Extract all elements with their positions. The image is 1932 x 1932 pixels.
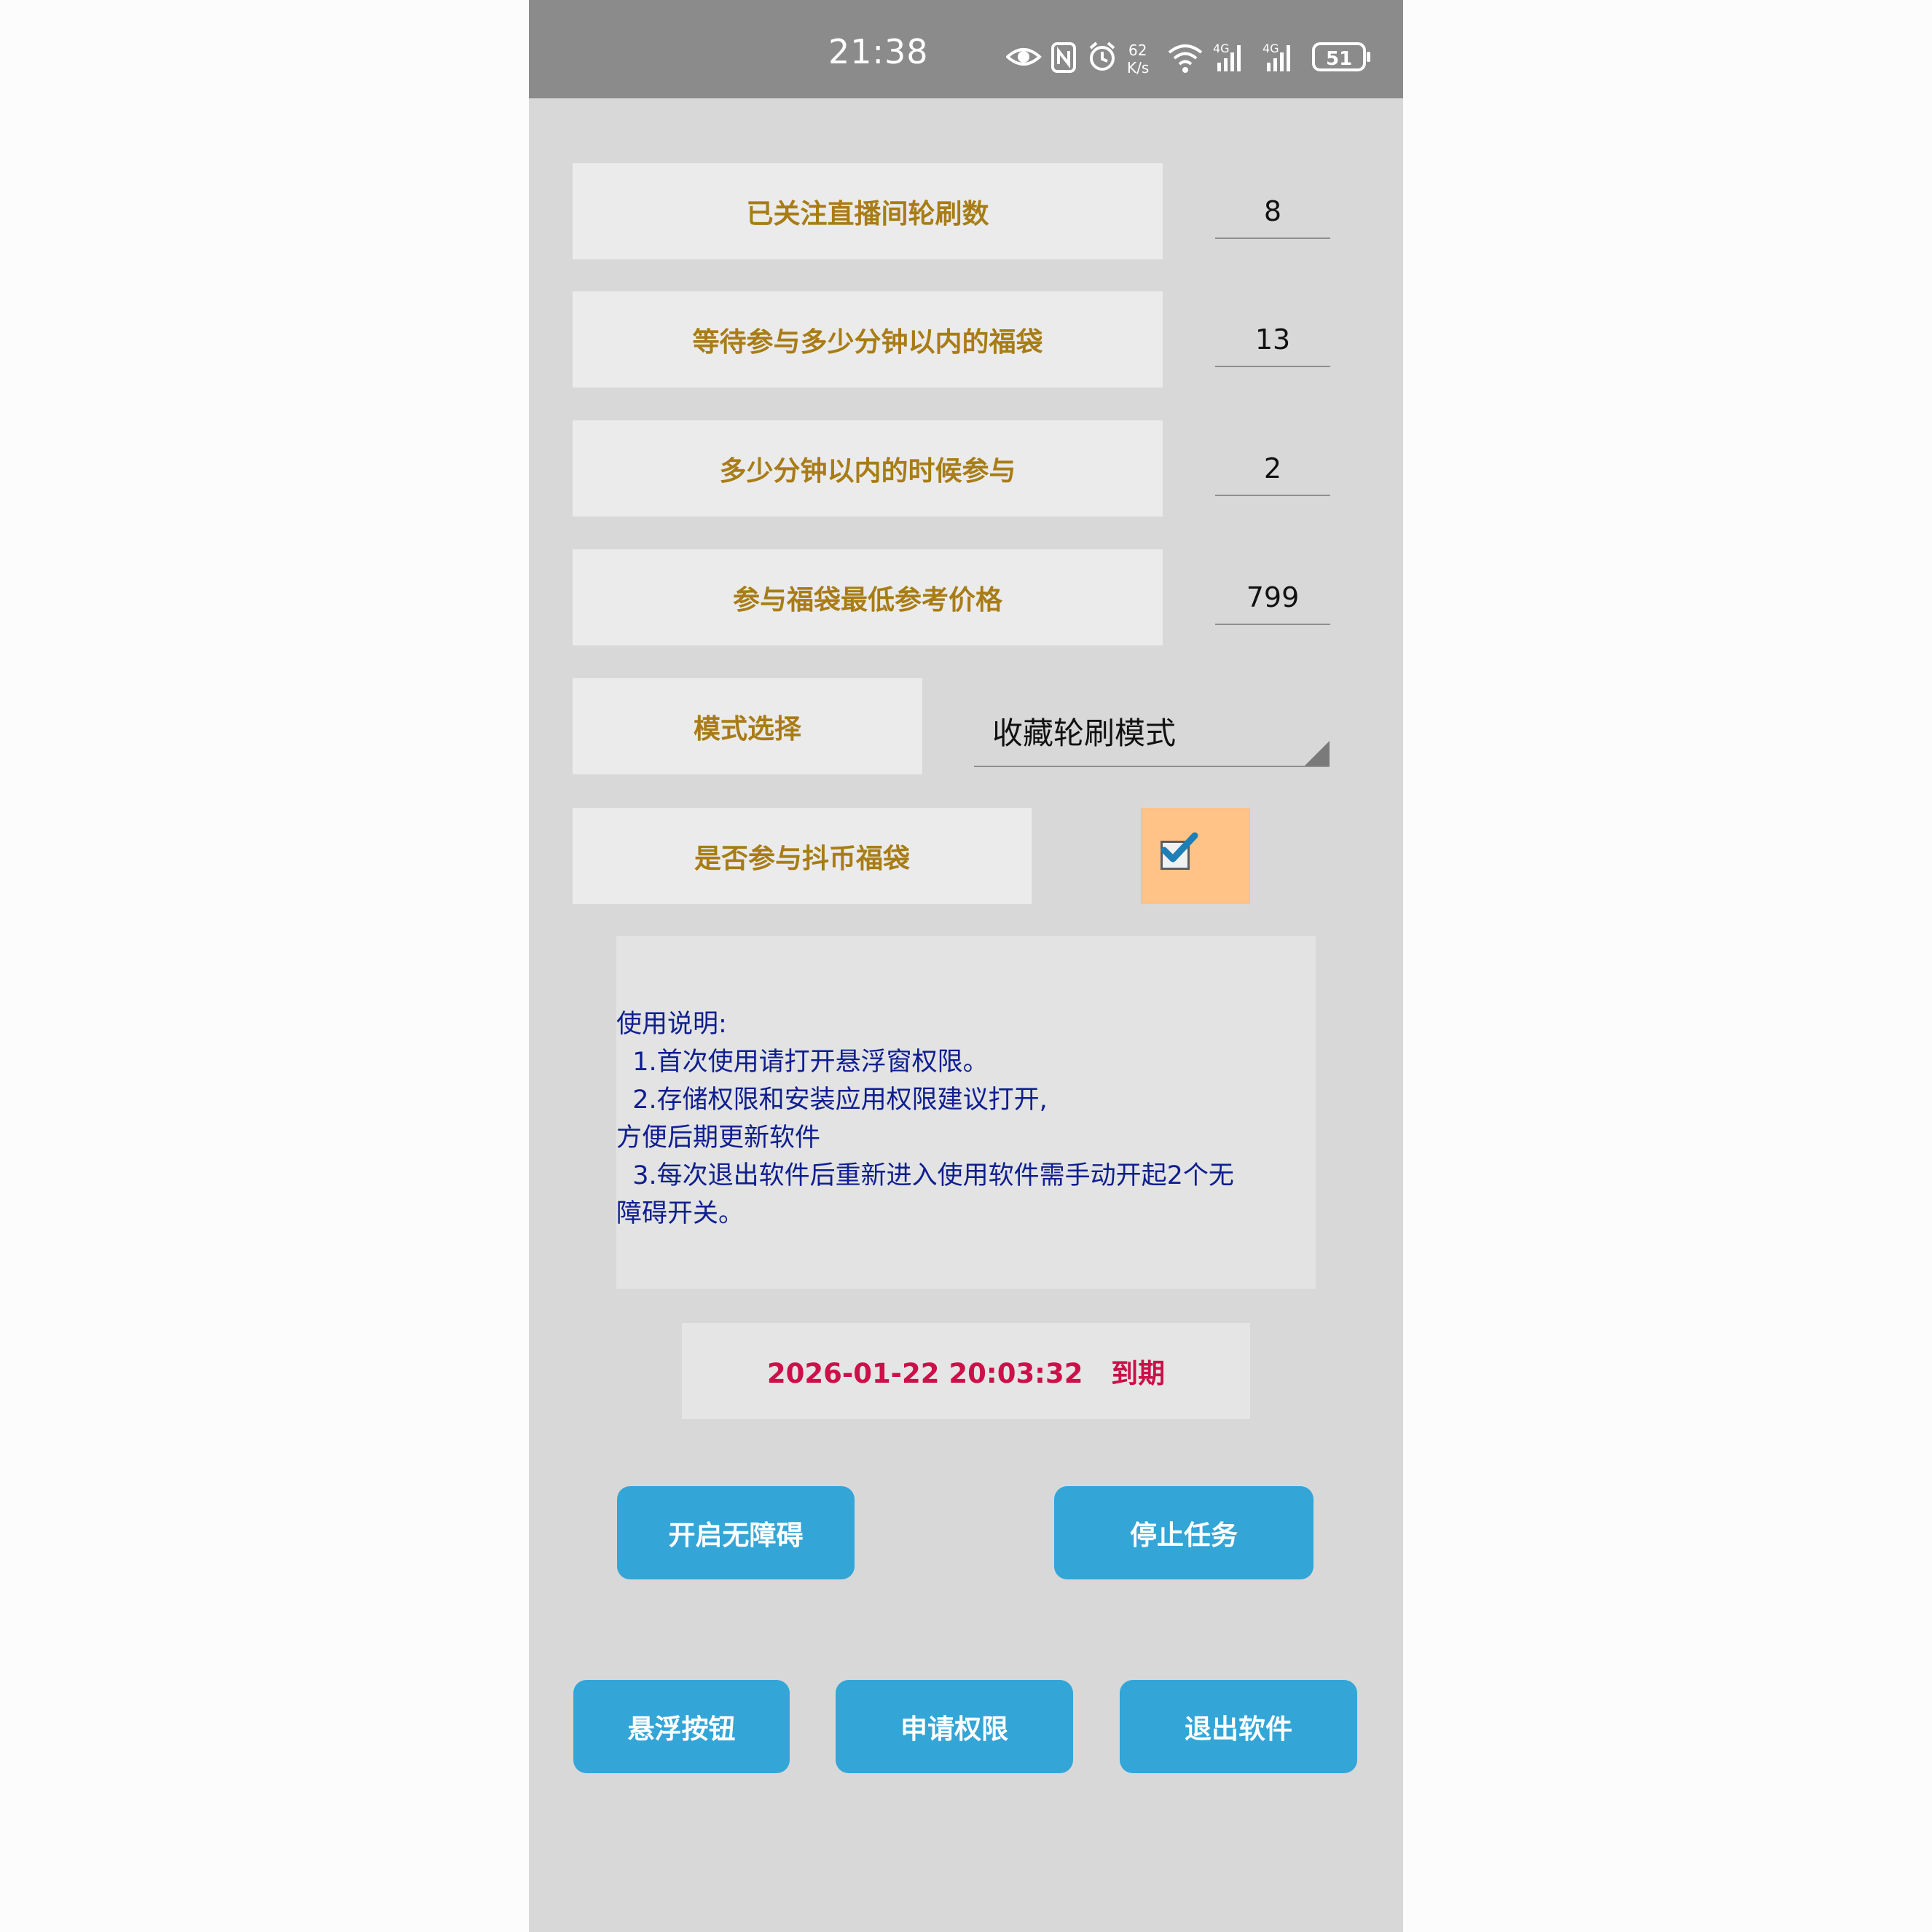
svg-text:51: 51 bbox=[1326, 48, 1352, 70]
request-permission-button[interactable]: 申请权限 bbox=[836, 1680, 1073, 1773]
wait-minutes-label: 等待参与多少分钟以内的福袋 bbox=[573, 291, 1163, 388]
coin-bag-label: 是否参与抖币福袋 bbox=[573, 808, 1032, 904]
svg-text:K/s: K/s bbox=[1127, 59, 1149, 76]
mode-label: 模式选择 bbox=[573, 678, 922, 774]
exit-app-button[interactable]: 退出软件 bbox=[1120, 1680, 1357, 1773]
svg-text:4G: 4G bbox=[1263, 42, 1279, 55]
instructions-line: 方便后期更新软件 bbox=[616, 1123, 821, 1152]
app-screen: 21:38 62 K/s 4G 4G 51 已关注直播间轮刷数 8 等待参与多少… bbox=[529, 0, 1403, 1932]
enable-accessibility-button[interactable]: 开启无障碍 bbox=[617, 1486, 855, 1579]
svg-text:4G: 4G bbox=[1213, 42, 1230, 55]
signal-icon: 4G bbox=[1213, 42, 1241, 71]
min-price-label: 参与福袋最低参考价格 bbox=[573, 549, 1163, 645]
follow-rounds-label: 已关注直播间轮刷数 bbox=[573, 163, 1163, 259]
alarm-icon bbox=[1089, 42, 1115, 71]
wait-minutes-input[interactable] bbox=[1215, 313, 1330, 367]
instructions-panel: 使用说明: 1.首次使用请打开悬浮窗权限。 2.存储权限和安装应用权限建议打开,… bbox=[616, 936, 1316, 1289]
wifi-icon bbox=[1168, 44, 1203, 73]
join-minutes-label: 多少分钟以内的时候参与 bbox=[573, 420, 1163, 517]
join-minutes-input[interactable] bbox=[1215, 442, 1330, 496]
status-time: 21:38 bbox=[828, 32, 929, 71]
nfc-icon bbox=[1051, 42, 1076, 73]
eye-icon bbox=[1006, 48, 1042, 66]
mode-selected-value: 收藏轮刷模式 bbox=[992, 715, 1177, 751]
float-button-button[interactable]: 悬浮按钮 bbox=[573, 1680, 790, 1773]
net-speed: 62 K/s bbox=[1127, 42, 1149, 76]
signal-icon: 4G bbox=[1263, 42, 1290, 71]
instructions-line: 2.存储权限和安装应用权限建议打开, bbox=[616, 1085, 1048, 1115]
instructions-line: 3.每次退出软件后重新进入使用软件需手动开起2个无 bbox=[616, 1161, 1234, 1190]
stop-task-button[interactable]: 停止任务 bbox=[1054, 1486, 1313, 1579]
follow-rounds-input[interactable] bbox=[1215, 185, 1330, 239]
instructions-title: 使用说明: bbox=[616, 1010, 727, 1039]
status-icons: 62 K/s 4G 4G 51 bbox=[1006, 42, 1370, 76]
status-bar: 21:38 62 K/s 4G 4G 51 bbox=[529, 0, 1403, 98]
instructions-line: 障碍开关。 bbox=[616, 1199, 745, 1228]
battery-icon: 51 bbox=[1312, 42, 1370, 71]
svg-text:62: 62 bbox=[1128, 42, 1147, 59]
checkmark-icon bbox=[1161, 832, 1198, 863]
coin-bag-checkbox[interactable] bbox=[1141, 808, 1250, 904]
instructions-line: 1.首次使用请打开悬浮窗权限。 bbox=[616, 1048, 989, 1077]
expiry-date-text: 2026-01-22 20:03:32 到期 bbox=[682, 1323, 1250, 1419]
mode-spinner[interactable]: 收藏轮刷模式 bbox=[974, 696, 1330, 767]
dropdown-arrow-icon bbox=[1305, 741, 1330, 766]
min-price-input[interactable] bbox=[1215, 571, 1330, 625]
